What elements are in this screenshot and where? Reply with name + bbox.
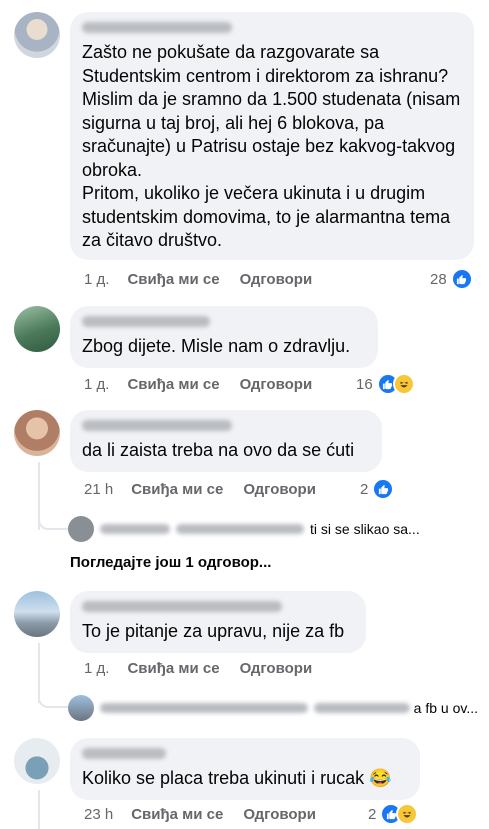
avatar[interactable] (14, 738, 60, 784)
reply-button[interactable]: Одговори (243, 806, 316, 823)
comment-actions: 1 д. Свиђа ми се Одговори (84, 660, 312, 677)
avatar[interactable] (14, 12, 60, 58)
reply-connector (38, 508, 68, 530)
avatar (68, 516, 94, 542)
reaction-summary[interactable]: 28 (430, 268, 473, 290)
comment-timestamp[interactable]: 1 д. (84, 660, 109, 677)
avatar[interactable] (14, 410, 60, 456)
comment-text: Zbog dijete. Misle nam o zdravlju. (82, 336, 351, 356)
haha-icon (396, 803, 419, 825)
reaction-summary[interactable]: 16 (356, 373, 415, 395)
avatar[interactable] (14, 591, 60, 637)
like-button[interactable]: Свиђа ми се (127, 376, 219, 393)
author-name-redacted (176, 524, 304, 534)
like-button[interactable]: Свиђа ми се (127, 660, 219, 677)
comment-timestamp[interactable]: 1 д. (84, 376, 109, 393)
reply-preview-text: ti si se slikao sa... (310, 521, 420, 537)
like-icon (450, 268, 473, 290)
comment-actions: 1 д. Свиђа ми се Одговори (84, 271, 312, 288)
comment-bubble: Koliko se placa treba ukinuti i rucak 😂 (70, 738, 420, 800)
author-name-redacted[interactable] (82, 420, 232, 431)
thread-line (38, 790, 40, 829)
haha-icon (392, 373, 415, 395)
like-button[interactable]: Свиђа ми се (127, 271, 219, 288)
comment-actions: 23 h Свиђа ми се Одговори (84, 806, 316, 823)
reaction-count: 28 (430, 270, 447, 288)
reaction-count: 2 (368, 805, 377, 823)
view-more-replies[interactable]: Погледајте још 1 одговор... (70, 554, 271, 571)
comment-actions: 1 д. Свиђа ми се Одговори (84, 376, 312, 393)
comment-bubble: Zbog dijete. Misle nam o zdravlju. (70, 306, 378, 368)
comment-bubble: da li zaista treba na ovo da se ćuti (70, 410, 382, 472)
reply-preview-text: a fb u ov... (413, 700, 478, 716)
author-name-redacted (314, 703, 410, 713)
reply-connector (38, 686, 68, 708)
author-name-redacted (99, 703, 309, 713)
reaction-summary[interactable]: 2 (360, 478, 395, 500)
reaction-count: 16 (356, 375, 373, 393)
comment-timestamp[interactable]: 23 h (84, 806, 113, 823)
comment-text: Zašto ne pokušate da razgovarate sa Stud… (82, 42, 461, 250)
avatar (68, 695, 94, 721)
reply-preview[interactable]: ti si se slikao sa... (68, 516, 468, 542)
comment-bubble: Zašto ne pokušate da razgovarate sa Stud… (70, 12, 474, 260)
comment-text: Koliko se placa treba ukinuti i rucak 😂 (82, 768, 392, 788)
author-name-redacted[interactable] (82, 316, 210, 327)
reply-preview[interactable]: a fb u ov... (68, 695, 478, 721)
reply-button[interactable]: Одговори (240, 660, 313, 677)
comment-text: da li zaista treba na ovo da se ćuti (82, 440, 355, 460)
reaction-summary[interactable]: 2 (368, 803, 419, 825)
like-button[interactable]: Свиђа ми се (131, 806, 223, 823)
reaction-count: 2 (360, 480, 369, 498)
author-name-redacted[interactable] (82, 22, 232, 33)
author-name-redacted[interactable] (82, 601, 282, 612)
comment-timestamp[interactable]: 21 h (84, 481, 113, 498)
avatar[interactable] (14, 306, 60, 352)
author-name-redacted[interactable] (82, 748, 166, 759)
comment-text: To je pitanje za upravu, nije za fb (82, 621, 345, 641)
author-name-redacted (100, 524, 170, 534)
reply-button[interactable]: Одговори (240, 271, 313, 288)
reply-button[interactable]: Одговори (240, 376, 313, 393)
comment-actions: 21 h Свиђа ми се Одговори (84, 481, 316, 498)
comment-bubble: To je pitanje za upravu, nije za fb (70, 591, 366, 653)
like-icon (372, 478, 395, 500)
reply-button[interactable]: Одговори (243, 481, 316, 498)
like-button[interactable]: Свиђа ми се (131, 481, 223, 498)
comment-timestamp[interactable]: 1 д. (84, 271, 109, 288)
